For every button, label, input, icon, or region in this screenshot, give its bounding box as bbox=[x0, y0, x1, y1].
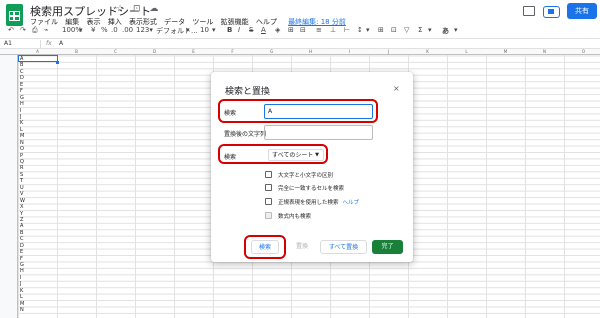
font-caret-icon[interactable]: ▾ bbox=[186, 26, 190, 34]
sheets-logo-icon[interactable] bbox=[6, 4, 23, 26]
regex-checkbox[interactable] bbox=[265, 198, 272, 205]
cloud-status-icon[interactable]: ☁ bbox=[149, 4, 158, 14]
match-case-label: 大文字と小文字の区別 bbox=[278, 173, 334, 179]
font-size-caret-icon[interactable]: ▾ bbox=[212, 26, 216, 34]
column-header[interactable]: I bbox=[330, 49, 369, 54]
decrease-decimal-button[interactable]: .0 bbox=[111, 26, 118, 34]
column-header[interactable]: M bbox=[486, 49, 525, 54]
font-select[interactable]: デフォルト... bbox=[156, 26, 198, 36]
insert-link-icon[interactable]: ⊞ bbox=[378, 26, 384, 34]
formula-input[interactable]: A bbox=[59, 40, 63, 47]
search-formulas-checkbox[interactable] bbox=[265, 212, 272, 219]
functions-icon[interactable]: Σ bbox=[418, 26, 422, 34]
column-header[interactable]: H bbox=[291, 49, 330, 54]
match-entire-cell-checkbox[interactable] bbox=[265, 184, 272, 191]
undo-icon[interactable]: ↶ bbox=[8, 26, 14, 34]
horizontal-align-icon[interactable]: ≡ bbox=[316, 26, 322, 34]
replace-button[interactable]: 置換 bbox=[290, 240, 314, 254]
column-header[interactable]: A bbox=[18, 49, 57, 54]
column-header[interactable]: N bbox=[525, 49, 564, 54]
match-entire-cell-label: 完全に一致するセルを検索 bbox=[278, 186, 345, 192]
regex-label: 正規表現を使用した検索 bbox=[278, 200, 339, 206]
column-header[interactable]: C bbox=[96, 49, 135, 54]
formula-divider bbox=[40, 40, 41, 48]
number-format-select[interactable]: 123▾ bbox=[136, 26, 153, 34]
dialog-title: 検索と置換 bbox=[225, 87, 271, 97]
rotation-caret-icon[interactable]: ▾ bbox=[366, 26, 370, 34]
present-icon[interactable] bbox=[543, 6, 560, 18]
borders-icon[interactable]: ⊞ bbox=[288, 26, 294, 34]
cell[interactable]: N bbox=[19, 307, 59, 313]
strikethrough-button[interactable]: S bbox=[249, 26, 253, 34]
formula-bar: A1 fx A bbox=[0, 38, 600, 49]
comment-icon[interactable] bbox=[523, 6, 535, 16]
print-icon[interactable]: ⎙ bbox=[32, 26, 38, 35]
replace-input[interactable] bbox=[264, 125, 373, 140]
percent-button[interactable]: % bbox=[101, 26, 108, 34]
column-header[interactable]: D bbox=[135, 49, 174, 54]
help-link[interactable]: ヘルプ bbox=[343, 200, 360, 206]
toolbar: ↶ ↷ ⎙ ⌁ 100% ▾ ¥ % .0 .00 123▾ デフォルト... … bbox=[0, 24, 600, 38]
scope-highlight bbox=[218, 144, 328, 164]
text-wrap-icon[interactable]: ⊢ bbox=[344, 26, 350, 34]
close-icon[interactable]: × bbox=[393, 84, 400, 93]
bold-button[interactable]: B bbox=[227, 26, 232, 34]
font-size-select[interactable]: 10 bbox=[200, 26, 209, 34]
input-tools-caret-icon[interactable]: ▾ bbox=[454, 26, 458, 34]
functions-caret-icon[interactable]: ▾ bbox=[428, 26, 432, 34]
filter-icon[interactable]: ▽ bbox=[404, 26, 409, 34]
column-header[interactable]: B bbox=[57, 49, 96, 54]
merge-cells-icon[interactable]: ⊟ bbox=[300, 26, 306, 34]
currency-button[interactable]: ¥ bbox=[91, 26, 95, 34]
column-headers: A B C D E F G H I J K L M N O bbox=[0, 49, 600, 55]
column-header[interactable]: L bbox=[447, 49, 486, 54]
match-case-checkbox[interactable] bbox=[265, 171, 272, 178]
column-header[interactable]: K bbox=[408, 49, 447, 54]
zoom-caret-icon[interactable]: ▾ bbox=[79, 26, 83, 34]
share-button[interactable]: 共有 bbox=[567, 3, 597, 19]
text-rotation-icon[interactable]: ↕ bbox=[357, 26, 363, 34]
column-header[interactable]: G bbox=[252, 49, 291, 54]
move-icon[interactable]: ⊡ bbox=[133, 4, 141, 14]
column-header[interactable]: F bbox=[213, 49, 252, 54]
selected-cell-outline bbox=[18, 55, 58, 62]
search-field-highlight bbox=[218, 99, 378, 123]
column-a-cells: A B C D E F G H I J K L M N O P Q R S T … bbox=[19, 56, 59, 318]
replace-label: 置換後の文字列 bbox=[224, 131, 267, 138]
italic-button[interactable]: I bbox=[238, 26, 240, 34]
text-color-button[interactable]: A bbox=[261, 26, 266, 34]
column-header[interactable]: E bbox=[174, 49, 213, 54]
search-formulas-label: 数式内も検索 bbox=[278, 214, 312, 220]
increase-decimal-button[interactable]: .00 bbox=[122, 26, 133, 34]
insert-comment-icon[interactable]: ⊡ bbox=[391, 26, 397, 34]
cell-reference[interactable]: A1 bbox=[4, 40, 12, 47]
replace-all-button[interactable]: すべて置換 bbox=[320, 240, 367, 254]
regex-label-row: 正規表現を使用した検索 ヘルプ bbox=[278, 198, 359, 206]
find-button-highlight bbox=[244, 235, 286, 259]
fill-handle[interactable] bbox=[56, 61, 59, 64]
row-headers[interactable] bbox=[0, 55, 18, 318]
paint-format-icon[interactable]: ⌁ bbox=[44, 26, 48, 34]
done-button[interactable]: 完了 bbox=[372, 240, 403, 254]
fill-color-icon[interactable]: ◈ bbox=[275, 26, 280, 34]
column-header[interactable]: J bbox=[369, 49, 408, 54]
vertical-align-icon[interactable]: ⊥ bbox=[330, 26, 336, 34]
title-icons: ☆ ⊡ ☁ bbox=[116, 4, 164, 14]
redo-icon[interactable]: ↷ bbox=[20, 26, 26, 34]
star-icon[interactable]: ☆ bbox=[116, 4, 124, 14]
column-header[interactable]: O bbox=[564, 49, 600, 54]
input-tools-icon[interactable]: あ bbox=[442, 26, 449, 36]
fx-icon: fx bbox=[46, 40, 52, 47]
